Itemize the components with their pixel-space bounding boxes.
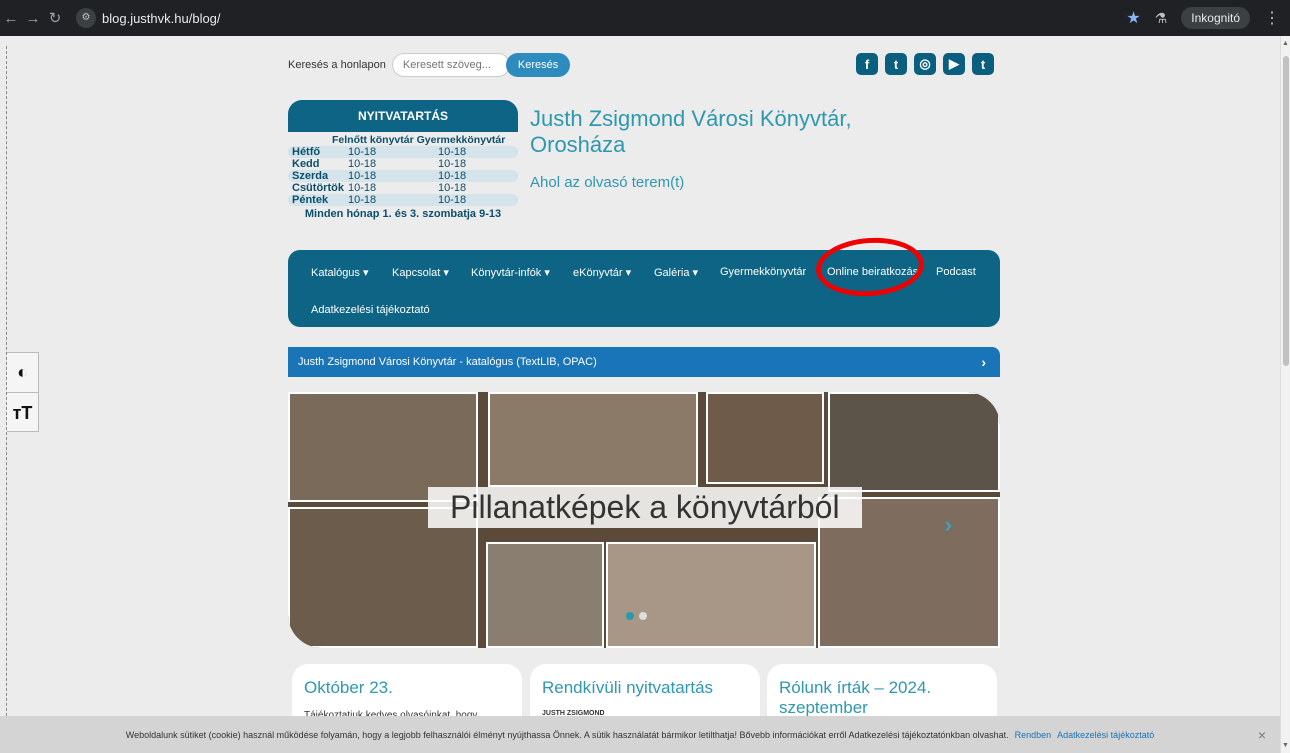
nav-gyermekkonyvtar[interactable]: Gyermekkönyvtár: [720, 266, 806, 278]
photo-slider[interactable]: Pillanatképek a könyvtárból ›: [288, 392, 1000, 648]
search-button[interactable]: Keresés: [505, 53, 571, 77]
forward-icon[interactable]: →: [22, 10, 44, 27]
facebook-icon[interactable]: f: [856, 53, 878, 75]
site-search: Keresés a honlapon Keresés: [288, 53, 571, 77]
child-hours: 10-18: [438, 170, 467, 182]
slider-next-icon[interactable]: ›: [945, 512, 952, 538]
day: Szerda: [292, 170, 329, 182]
address-bar[interactable]: ⚙ blog.justhvk.hu/blog/: [72, 5, 1082, 31]
cookie-text: Weboldalunk sütiket (cookie) használ műk…: [125, 729, 1009, 740]
nav-katalogus[interactable]: Katalógus ▾: [311, 266, 369, 279]
reload-icon[interactable]: ↻: [44, 9, 66, 27]
hours-title: NYITVATARTÁS: [288, 100, 518, 132]
day: Csütörtök: [292, 182, 344, 194]
twitter-icon[interactable]: t: [885, 53, 907, 75]
nav-galeria[interactable]: Galéria ▾: [654, 266, 698, 279]
incognito-badge[interactable]: Inkognitó: [1181, 7, 1250, 29]
col-child: Gyermekkönyvtár: [416, 134, 506, 146]
browser-toolbar: ← → ↻ ⚙ blog.justhvk.hu/blog/ ★ ⚗ Inkogn…: [0, 0, 1290, 36]
hours-row: Hétfő 10-18 10-18: [288, 146, 518, 158]
slide-photo: [828, 392, 1000, 492]
site-title-line2[interactable]: Orosháza: [530, 132, 852, 158]
adult-hours: 10-18: [348, 146, 377, 158]
slide-photo: [288, 392, 478, 502]
slider-dot[interactable]: [639, 612, 647, 620]
url-text[interactable]: blog.justhvk.hu/blog/: [102, 11, 221, 26]
site-branding: Justh Zsigmond Városi Könyvtár, Orosháza…: [530, 106, 852, 191]
browser-menu-icon[interactable]: ⋮: [1264, 8, 1280, 28]
catalog-bar[interactable]: Justh Zsigmond Városi Könyvtár - katalóg…: [288, 347, 1000, 377]
cookie-accept-link[interactable]: Rendben: [1015, 730, 1052, 740]
incognito-label: Inkognitó: [1191, 11, 1240, 25]
site-tagline: Ahol az olvasó terem(t): [530, 174, 685, 191]
day: Hétfő: [292, 146, 321, 158]
post-title[interactable]: Október 23.: [304, 678, 510, 698]
slide-photo: [486, 542, 604, 648]
tumblr-icon[interactable]: t: [972, 53, 994, 75]
back-icon[interactable]: ←: [0, 10, 22, 27]
scrollbar-thumb[interactable]: [1283, 56, 1289, 366]
opening-hours: NYITVATARTÁS Felnőtt könyvtár Gyermekkön…: [288, 100, 518, 220]
post-title[interactable]: Rólunk írták – 2024. szeptember: [779, 678, 985, 718]
post-title[interactable]: Rendkívüli nyitvatartás: [542, 678, 748, 698]
cookie-privacy-link[interactable]: Adatkezelési tájékoztató: [1057, 730, 1154, 740]
child-hours: 10-18: [438, 158, 467, 170]
contrast-icon[interactable]: ◐: [7, 353, 38, 393]
search-label: Keresés a honlapon: [288, 59, 386, 71]
child-hours: 10-18: [438, 194, 467, 206]
bookmark-star-icon[interactable]: ★: [1126, 8, 1140, 28]
hours-row: Szerda 10-18 10-18: [288, 170, 518, 182]
nav-kapcsolat[interactable]: Kapcsolat ▾: [392, 266, 449, 279]
scrollbar[interactable]: ▲ ▼: [1280, 36, 1290, 753]
scroll-up-icon[interactable]: ▲: [1282, 40, 1289, 47]
labs-icon[interactable]: ⚗: [1155, 10, 1168, 27]
search-input[interactable]: [391, 53, 510, 77]
saturday-note: Minden hónap 1. és 3. szombatja 9-13: [304, 208, 502, 220]
slider-dots: [626, 612, 647, 620]
slide-photo: [488, 392, 698, 487]
hours-row: Csütörtök 10-18 10-18: [288, 182, 518, 194]
slider-dot[interactable]: [626, 612, 634, 620]
font-size-icon[interactable]: ᴛT: [7, 393, 38, 433]
adult-hours: 10-18: [348, 170, 377, 182]
scroll-down-icon[interactable]: ▼: [1282, 742, 1289, 749]
nav-ekonyvtar[interactable]: eKönyvtár ▾: [573, 266, 631, 279]
accessibility-toolbar: ◐ ᴛT: [7, 352, 39, 432]
hours-row: Kedd 10-18 10-18: [288, 158, 518, 170]
youtube-icon[interactable]: ▶: [943, 53, 965, 75]
cookie-banner: Weboldalunk sütiket (cookie) használ műk…: [0, 716, 1280, 753]
day: Kedd: [292, 158, 320, 170]
site-info-icon[interactable]: ⚙: [76, 8, 96, 28]
child-hours: 10-18: [438, 182, 467, 194]
close-icon[interactable]: ×: [1258, 727, 1266, 743]
nav-podcast[interactable]: Podcast: [936, 266, 976, 278]
nav-konyvtar-infok[interactable]: Könyvtár-infók ▾: [471, 266, 550, 279]
hours-row: Péntek 10-18 10-18: [288, 194, 518, 206]
chevron-right-icon[interactable]: ›: [981, 347, 986, 377]
web-page: ◐ ᴛT Keresés a honlapon Keresés f t ◎ ▶ …: [0, 36, 1290, 753]
nav-adatkezelesi[interactable]: Adatkezelési tájékoztató: [311, 304, 430, 316]
slide-photo: [606, 542, 816, 648]
adult-hours: 10-18: [348, 182, 377, 194]
slide-photo: [288, 507, 478, 648]
day: Péntek: [292, 194, 329, 206]
catalog-bar-text: Justh Zsigmond Városi Könyvtár - katalóg…: [298, 356, 597, 368]
child-hours: 10-18: [438, 146, 467, 158]
hours-columns: Felnőtt könyvtár Gyermekkönyvtár: [288, 134, 518, 146]
adult-hours: 10-18: [348, 194, 377, 206]
instagram-icon[interactable]: ◎: [914, 53, 936, 75]
slider-caption: Pillanatképek a könyvtárból: [428, 487, 862, 528]
slide-photo: [706, 392, 824, 484]
site-title-line1[interactable]: Justh Zsigmond Városi Könyvtár,: [530, 106, 852, 132]
social-links: f t ◎ ▶ t: [856, 53, 994, 75]
adult-hours: 10-18: [348, 158, 377, 170]
col-adult: Felnőtt könyvtár: [332, 134, 414, 146]
